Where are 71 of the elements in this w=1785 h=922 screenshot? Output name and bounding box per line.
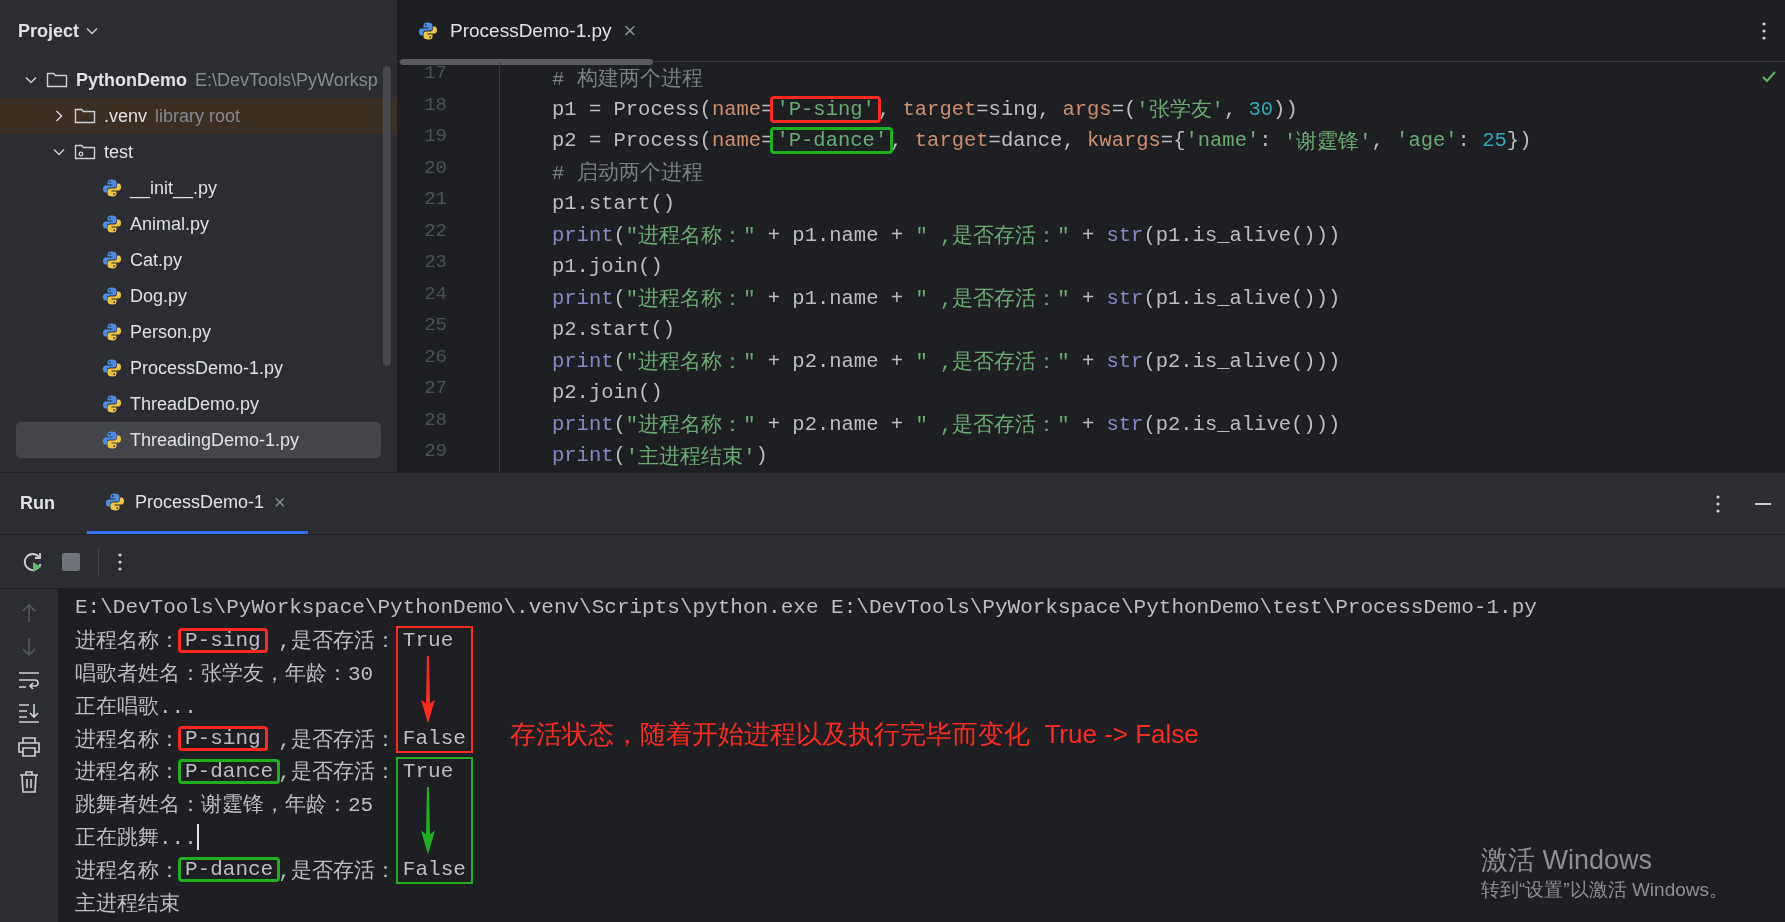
stop-icon[interactable] <box>62 552 80 571</box>
folder-icon <box>74 106 96 126</box>
close-icon[interactable]: × <box>623 17 637 44</box>
soft-wrap-icon[interactable] <box>18 671 40 689</box>
python-file-icon <box>102 214 122 234</box>
python-file-icon <box>105 492 125 512</box>
code-line: p1.join() <box>552 254 663 281</box>
scrollbar[interactable] <box>400 59 653 65</box>
tree-item[interactable]: Dog.py <box>0 278 397 314</box>
more-icon[interactable] <box>1761 20 1767 41</box>
code-line: print("进程名称：" + p2.name + " ,是否存活：" + str(p2.is_alive())) <box>552 411 1341 440</box>
code-line: # 构建两个进程 <box>552 66 703 93</box>
code-line: print('主进程结束') <box>552 443 768 471</box>
console-line: 跳舞者姓名：谢霆锋，年龄：25 <box>75 792 374 820</box>
tree-item[interactable]: ProcessDemo-1.py <box>0 350 397 386</box>
tree-item[interactable]: Person.py <box>0 314 397 350</box>
more-icon[interactable] <box>1715 493 1721 514</box>
close-icon[interactable]: × <box>274 490 286 514</box>
path-hint: library root <box>155 105 241 127</box>
python-file-icon <box>102 394 122 414</box>
console-line: 正在唱歌... <box>75 694 197 721</box>
editor-tab[interactable]: ProcessDemo-1.py × <box>398 0 655 61</box>
tree-item[interactable]: ThreadingDemo-1.py <box>16 422 381 458</box>
scrollbar[interactable] <box>383 66 391 366</box>
down-arrow <box>420 655 437 724</box>
panel-title: Run <box>19 493 56 514</box>
tree-item[interactable]: Cat.py <box>0 242 397 278</box>
tree-item[interactable]: Animal.py <box>0 206 397 242</box>
code-line: p1.start() <box>552 191 676 218</box>
python-file-icon <box>102 286 122 306</box>
console-line: 进程名称： P-dance ,是否存活： False <box>75 857 467 885</box>
tree-item[interactable]: PythonDemo E:\DevTools\PyWorksp <box>0 62 397 98</box>
path-hint: E:\DevTools\PyWorksp <box>195 69 378 91</box>
tree-item[interactable]: ThreadDemo.py <box>0 386 397 422</box>
console-line: 进程名称： P-sing ,是否存活： False <box>75 726 467 754</box>
scroll-to-end-icon[interactable] <box>18 703 40 723</box>
console-line: 唱歌者姓名：张学友，年龄：30 <box>75 661 374 688</box>
minimize-icon[interactable] <box>1755 502 1771 505</box>
trash-icon[interactable] <box>19 771 39 793</box>
python-file-icon <box>102 322 122 342</box>
code-line: print("进程名称：" + p1.name + " ,是否存活：" + str(p1.is_alive())) <box>552 285 1341 314</box>
annotation-note: 存活状态，随着开始进程以及执行完毕而变化 True -> False <box>510 718 1199 751</box>
console-line: 进程名称： P-dance ,是否存活： True <box>75 758 455 787</box>
python-file-icon <box>102 178 122 198</box>
python-file-icon <box>102 250 122 270</box>
tree-item[interactable]: __init__.py <box>0 170 397 206</box>
rerun-icon[interactable] <box>22 550 44 573</box>
code-line: print("进程名称：" + p1.name + " ,是否存活：" + str(p1.is_alive())) <box>552 222 1341 251</box>
code-line: # 启动两个进程 <box>552 160 703 188</box>
console-line: 进程名称： P-sing ,是否存活： True <box>75 627 455 656</box>
console-line: 正在跳舞... <box>75 820 199 854</box>
console-line: 主进程结束 <box>75 891 180 918</box>
down-arrow <box>420 786 437 855</box>
console-line: E:\DevTools\PyWorkspace\PythonDemo\.venv\Scripts\python.exe E:\DevTools\PyWorkspace\PythonDemo\test\ProcessDemo-1.py <box>75 594 1537 621</box>
run-tab[interactable]: ProcessDemo-1 × <box>87 473 308 534</box>
code-line: p2.join() <box>552 380 663 407</box>
tree-item[interactable]: test <box>0 134 397 170</box>
python-file-icon <box>102 358 122 378</box>
panel-title[interactable]: Project <box>18 20 80 42</box>
tree-item[interactable]: .venv library root <box>0 98 397 134</box>
python-file-icon <box>418 20 438 41</box>
check-icon[interactable] <box>1761 70 1777 84</box>
code-line: print("进程名称：" + p2.name + " ,是否存活：" + str(p2.is_alive())) <box>552 348 1341 377</box>
activation-text: 转到“设置”以激活 Windows。 <box>1481 878 1728 902</box>
activation-title: 激活 Windows <box>1481 844 1654 877</box>
python-file-icon <box>102 430 122 450</box>
package-folder-icon <box>74 142 96 162</box>
more-icon[interactable] <box>117 551 123 572</box>
code-line: p2.start() <box>552 317 676 344</box>
folder-icon <box>46 70 68 90</box>
print-icon[interactable] <box>18 737 40 757</box>
